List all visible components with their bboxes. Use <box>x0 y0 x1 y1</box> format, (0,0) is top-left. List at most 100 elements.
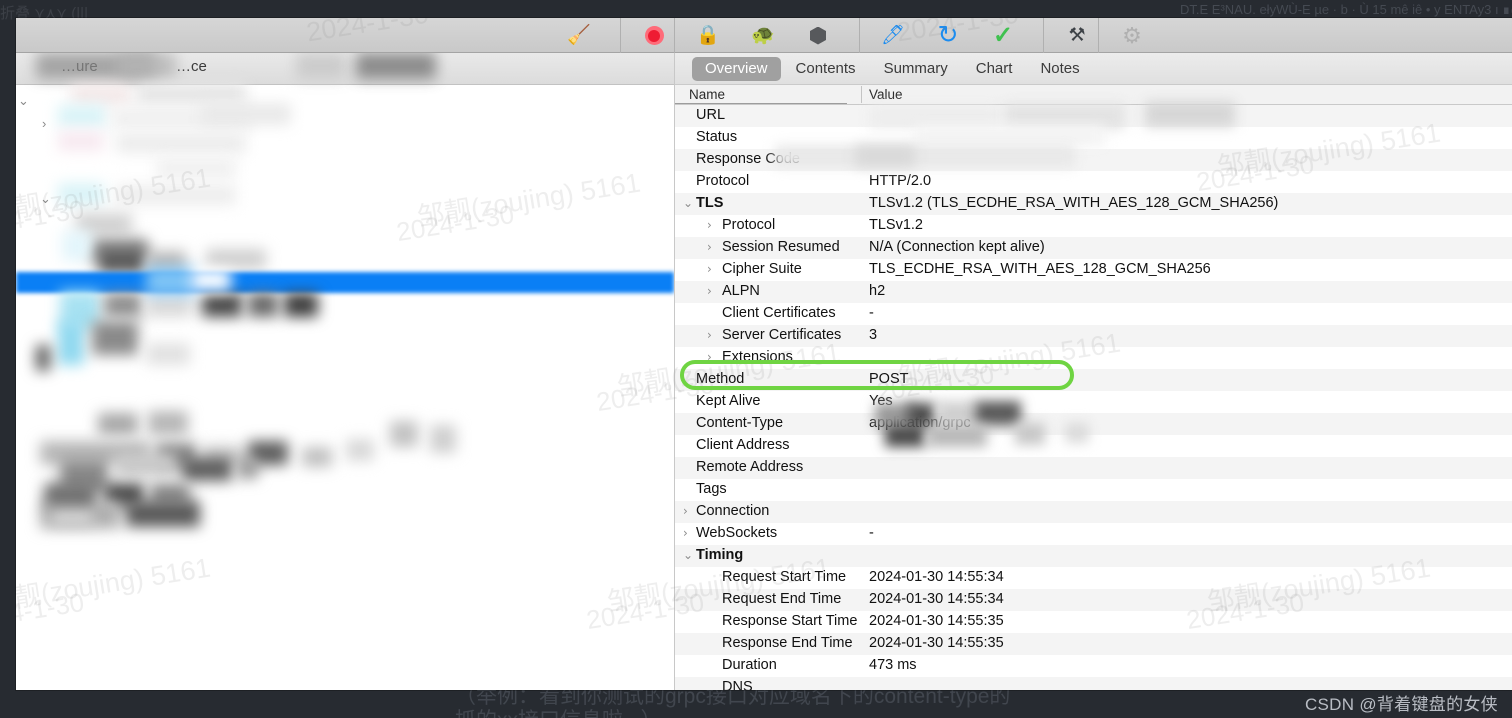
tools-icon[interactable]: ⚒ <box>1060 18 1094 53</box>
table-row[interactable]: › Session Resumed N/A (Connection kept ali… <box>675 237 1512 259</box>
row-value: h2 <box>869 283 886 299</box>
detail-pane: Overview Contents Summary Chart Notes Na… <box>675 53 1512 690</box>
chevron-down-icon[interactable]: ⌄ <box>18 93 29 109</box>
table-row[interactable]: › ALPN h2 <box>675 281 1512 303</box>
row-name: Connection <box>696 503 770 519</box>
table-row[interactable]: Client Address <box>675 435 1512 457</box>
table-row[interactable]: DNS <box>675 677 1512 690</box>
chevron-right-icon[interactable]: › <box>683 504 688 518</box>
chevron-down-icon[interactable]: ⌄ <box>40 191 51 207</box>
table-row[interactable]: ⌄ TLS TLSv1.2 (TLS_ECDHE_RSA_WITH_AES_128_… <box>675 193 1512 215</box>
blurred-client-address-value-4 <box>975 401 1021 425</box>
chevron-right-icon[interactable]: › <box>707 262 712 276</box>
table-row[interactable]: › Server Certificates 3 <box>675 325 1512 347</box>
blurred-response-code-value <box>775 145 1075 167</box>
row-value: 3 <box>869 327 878 343</box>
broom-icon[interactable]: 🧹 <box>562 18 596 53</box>
settings-gear-icon[interactable]: ⚙ <box>1115 18 1149 53</box>
session-list-pane[interactable]: …ure …ce ⌄ › ⌄ <box>16 53 674 690</box>
tab-contents[interactable]: Contents <box>783 57 869 81</box>
chevron-down-icon[interactable]: ⌄ <box>683 196 693 210</box>
row-name: Client Certificates <box>722 305 836 321</box>
row-name: Tags <box>696 481 727 497</box>
table-row[interactable]: › Connection <box>675 501 1512 523</box>
tab-notes[interactable]: Notes <box>1027 57 1092 81</box>
tab-overview[interactable]: Overview <box>692 56 781 81</box>
row-name: Request End Time <box>722 591 842 607</box>
column-resizer[interactable] <box>861 86 862 103</box>
chevron-down-icon[interactable]: ⌄ <box>683 548 693 562</box>
table-row[interactable]: Protocol HTTP/2.0 <box>675 171 1512 193</box>
column-header-name[interactable]: Name <box>689 87 725 102</box>
table-row[interactable]: Content-Typeapplication/grpc <box>675 413 1512 435</box>
table-row[interactable]: Request Start Time 2024-01-30 14:55:34 <box>675 567 1512 589</box>
row-name: WebSockets <box>696 525 778 541</box>
row-name: Kept Alive <box>696 393 761 409</box>
chevron-right-icon[interactable]: › <box>707 350 712 364</box>
blurred-response-code-value-2 <box>855 145 915 167</box>
checkmark-icon[interactable]: ✓ <box>986 18 1020 53</box>
blurred-client-address-value-2 <box>907 403 935 427</box>
desktop-noise-top-right: DT.E E³NAU. ełyWÙ-E µe · b · Ù 15 mê iê … <box>1180 2 1512 17</box>
table-row[interactable]: › Protocol TLSv1.2 <box>675 215 1512 237</box>
overview-table: URL Status Response Code Protocol HTTP/2.0 ⌄ T… <box>675 105 1512 690</box>
table-row[interactable]: Request End Time 2024-01-30 14:55:34 <box>675 589 1512 611</box>
row-name: Content-Type <box>696 415 784 431</box>
row-name: Response Start Time <box>722 613 858 629</box>
row-name: Duration <box>722 657 777 673</box>
table-row[interactable]: › Extensions <box>675 347 1512 369</box>
table-row[interactable]: Remote Address <box>675 457 1512 479</box>
pen-icon[interactable]: 🖊 <box>876 18 910 53</box>
record-icon[interactable] <box>637 18 671 53</box>
row-name: Extensions <box>722 349 793 365</box>
table-column-header: Name Value <box>675 85 1512 105</box>
row-value: 2024-01-30 14:55:34 <box>869 569 1004 585</box>
row-name: Protocol <box>722 217 776 233</box>
desktop-caption-area: （举例：看到你测试的grpc接口对应域名下的content-type的 抓的xx… <box>0 686 1512 718</box>
selected-session-row[interactable] <box>16 272 674 293</box>
toolbar-separator <box>859 18 860 53</box>
row-value: 2024-01-30 14:55:35 <box>869 613 1004 629</box>
row-name: DNS <box>722 679 753 690</box>
table-row[interactable]: Client Certificates - <box>675 303 1512 325</box>
table-row[interactable]: Response End Time 2024-01-30 14:55:35 <box>675 633 1512 655</box>
chevron-right-icon[interactable]: › <box>707 284 712 298</box>
row-name: Method <box>696 371 745 387</box>
caption-line-2: 抓的xx接口信息啦...） <box>455 704 662 718</box>
table-row[interactable]: Method POST <box>675 369 1512 391</box>
hexagon-stop-icon[interactable] <box>801 18 835 53</box>
row-value: 473 ms <box>869 657 917 673</box>
table-row[interactable]: Tags <box>675 479 1512 501</box>
blurred-client-address-value-3 <box>937 401 977 425</box>
chevron-right-icon[interactable]: › <box>707 328 712 342</box>
column-header-value[interactable]: Value <box>869 87 903 102</box>
toolbar: 🧹 🔒 🐢 🖊 ↻ ✓ ⚒ ⚙ <box>16 18 1512 53</box>
chevron-right-icon[interactable]: › <box>707 240 712 254</box>
tab-summary[interactable]: Summary <box>871 57 961 81</box>
toolbar-separator <box>674 18 675 53</box>
row-name: Session Resumed <box>722 239 840 255</box>
tab-chart[interactable]: Chart <box>963 57 1026 81</box>
table-row[interactable]: ⌄ Timing <box>675 545 1512 567</box>
table-row[interactable]: › WebSockets - <box>675 523 1512 545</box>
chevron-right-icon[interactable]: › <box>707 218 712 232</box>
left-tab-sequence[interactable]: …ce <box>176 58 207 75</box>
table-row[interactable]: Kept Alive Yes <box>675 391 1512 413</box>
refresh-icon[interactable]: ↻ <box>931 18 965 53</box>
blurred-remote-address-value-2 <box>927 425 987 447</box>
lock-icon[interactable]: 🔒 <box>691 18 725 53</box>
blurred-status-value <box>915 125 1105 147</box>
row-name: Server Certificates <box>722 327 842 343</box>
chevron-right-icon[interactable]: › <box>42 116 46 131</box>
chevron-right-icon[interactable]: › <box>683 526 688 540</box>
csdn-watermark: CSDN @背着键盘的女侠 <box>1304 695 1498 714</box>
turtle-icon[interactable]: 🐢 <box>746 18 780 53</box>
row-name: Response End Time <box>722 635 853 651</box>
table-row[interactable]: Response Start Time 2024-01-30 14:55:35 <box>675 611 1512 633</box>
table-row[interactable]: Duration 473 ms <box>675 655 1512 677</box>
charles-proxy-window: 🧹 🔒 🐢 🖊 ↻ ✓ ⚒ ⚙ …ure …ce <box>16 18 1512 690</box>
row-name: ALPN <box>722 283 760 299</box>
row-value: TLSv1.2 <box>869 217 923 233</box>
table-row[interactable]: › Cipher Suite TLS_ECDHE_RSA_WITH_AES_128_… <box>675 259 1512 281</box>
row-value: TLSv1.2 (TLS_ECDHE_RSA_WITH_AES_128_GCM_… <box>869 195 1279 211</box>
